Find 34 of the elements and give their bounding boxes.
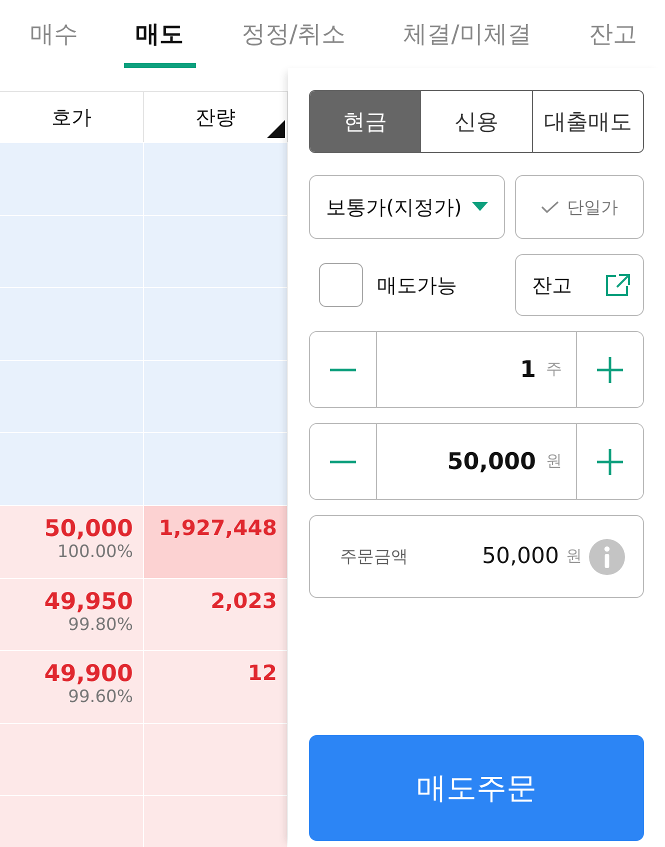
check-icon xyxy=(541,201,559,213)
segment-tab[interactable]: 현금 xyxy=(310,91,420,152)
sell-order-button[interactable]: 매도주문 xyxy=(309,735,644,841)
price-text: 49,950 xyxy=(44,588,133,615)
info-icon[interactable] xyxy=(589,538,625,574)
plus-icon xyxy=(597,448,623,474)
segment-tab[interactable]: 대출매도 xyxy=(532,91,643,152)
caret-icon xyxy=(472,202,488,212)
percent-text: 100.00% xyxy=(57,542,133,562)
amount-label: 주문금액 xyxy=(340,546,408,568)
minus-icon xyxy=(330,460,356,464)
order-type-dropdown[interactable]: 보통가(지정가) xyxy=(309,175,505,239)
minus-icon xyxy=(330,368,356,372)
checkbox-label: 매도가능 xyxy=(377,272,457,298)
tab[interactable]: 잔고 xyxy=(577,0,649,68)
currency-unit: 원 xyxy=(566,546,582,567)
volume-text: 12 xyxy=(248,661,277,686)
tab[interactable]: 매수 xyxy=(18,0,90,68)
checkbox[interactable] xyxy=(319,263,363,307)
single-price-toggle[interactable]: 단일가 xyxy=(515,175,644,239)
plus-icon xyxy=(597,356,623,382)
price-text: 49,900 xyxy=(44,661,133,688)
volume-text: 1,927,448 xyxy=(158,516,277,540)
external-link-icon xyxy=(605,273,631,297)
volume-text: 2,023 xyxy=(210,588,277,613)
price-text: 50,000 xyxy=(44,516,133,542)
tab[interactable]: 매도 xyxy=(124,0,196,68)
corner-triangle-icon xyxy=(267,120,285,138)
tab[interactable]: 체결/미체결 xyxy=(391,0,544,68)
tab[interactable]: 정정/취소 xyxy=(229,0,358,68)
amount-value: 50,000 xyxy=(482,544,559,569)
balance-button[interactable]: 잔고 xyxy=(515,254,644,316)
percent-text: 99.80% xyxy=(68,614,133,635)
percent-text: 99.60% xyxy=(68,687,133,708)
